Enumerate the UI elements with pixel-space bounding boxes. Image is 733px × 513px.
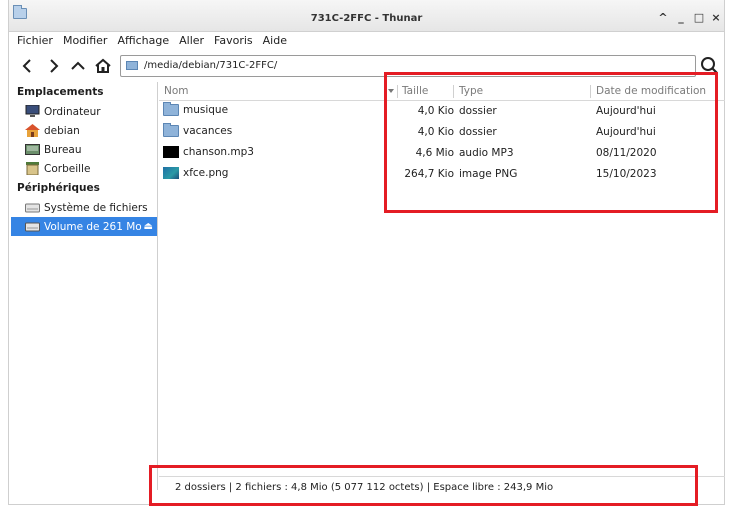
file-name: vacances xyxy=(183,125,233,137)
sidebar: Emplacements Ordinateur debian Bureau Co… xyxy=(11,82,158,490)
devices-heading: Périphériques xyxy=(17,182,100,194)
sidebar-item-ordinateur[interactable]: Ordinateur xyxy=(11,102,157,121)
computer-icon xyxy=(25,104,40,118)
menu-fichier[interactable]: Fichier xyxy=(9,32,58,50)
menu-aide[interactable]: Aide xyxy=(258,32,292,50)
folder-icon xyxy=(126,61,138,70)
file-name: chanson.mp3 xyxy=(183,146,254,158)
sidebar-item-label: debian xyxy=(44,124,80,137)
sidebar-item-label: Ordinateur xyxy=(44,105,101,118)
sidebar-item-systeme-de-fichiers[interactable]: Système de fichiers xyxy=(11,198,157,217)
menu-aller[interactable]: Aller xyxy=(174,32,209,50)
drive-icon xyxy=(25,201,40,214)
places-heading: Emplacements xyxy=(17,86,104,98)
sidebar-item-bureau[interactable]: Bureau xyxy=(11,140,157,159)
sidebar-item-debian[interactable]: debian xyxy=(11,121,157,140)
annotation-box-statusbar xyxy=(149,465,698,506)
annotation-box-columns xyxy=(384,72,718,213)
trash-icon xyxy=(25,162,40,176)
sidebar-item-label: Volume de 261 Mo xyxy=(44,220,142,233)
audio-thumbnail-icon xyxy=(163,146,179,158)
column-name[interactable]: Nom xyxy=(159,82,189,101)
arrow-left-icon xyxy=(22,59,31,73)
home-icon xyxy=(95,58,111,73)
folder-icon xyxy=(163,102,179,116)
window-title: 731C-2FFC - Thunar xyxy=(310,13,423,24)
drive-icon xyxy=(25,220,40,233)
sidebar-item-label: Bureau xyxy=(44,143,82,156)
folder-icon xyxy=(163,123,179,137)
menu-favoris[interactable]: Favoris xyxy=(209,32,258,50)
menu-modifier[interactable]: Modifier xyxy=(58,32,112,50)
file-name: xfce.png xyxy=(183,167,229,179)
sidebar-item-volume[interactable]: Volume de 261 Mo ⏏ xyxy=(11,217,157,236)
menu-bar: Fichier Modifier Affichage Aller Favoris… xyxy=(9,32,724,50)
arrow-up-icon xyxy=(71,61,85,70)
desktop-icon xyxy=(25,143,40,156)
title-bar[interactable]: 731C-2FFC - Thunar ^ _ □ × xyxy=(9,0,724,32)
image-thumbnail-icon xyxy=(163,167,179,179)
sidebar-item-label: Système de fichiers xyxy=(44,201,148,214)
menu-affichage[interactable]: Affichage xyxy=(112,32,174,50)
home-button[interactable] xyxy=(92,55,114,77)
arrow-right-icon xyxy=(50,59,59,73)
location-path[interactable]: /media/debian/731C-2FFC/ xyxy=(144,60,277,71)
forward-button[interactable] xyxy=(42,55,64,77)
minimize-button[interactable]: _ xyxy=(674,11,688,24)
back-button[interactable] xyxy=(17,55,39,77)
close-button[interactable]: × xyxy=(709,11,723,24)
shade-button[interactable]: ^ xyxy=(656,11,670,24)
file-name: musique xyxy=(183,104,229,116)
maximize-button[interactable]: □ xyxy=(692,11,706,24)
eject-icon[interactable]: ⏏ xyxy=(144,221,153,232)
home-icon xyxy=(25,124,40,137)
parent-folder-button[interactable] xyxy=(67,55,89,77)
sidebar-item-corbeille[interactable]: Corbeille xyxy=(11,159,157,178)
sidebar-item-label: Corbeille xyxy=(44,162,91,175)
